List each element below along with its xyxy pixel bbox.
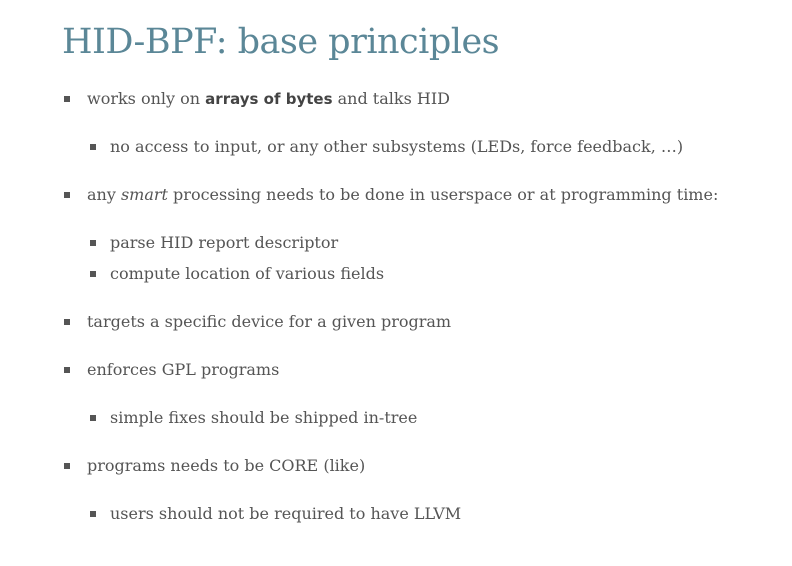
square-bullet-icon (90, 271, 96, 277)
slide-title: HID-BPF: base principles (62, 22, 500, 62)
item-text: targets a specific device for a given pr… (87, 312, 452, 331)
item-text: compute location of various fields (110, 264, 385, 283)
list-item: no access to input, or any other subsyst… (90, 136, 684, 158)
square-bullet-icon (64, 96, 70, 102)
item-text: simple fixes should be shipped in-tree (110, 408, 418, 427)
list-item: parse HID report descriptor (90, 232, 339, 254)
item-text: smart (120, 185, 168, 204)
list-item: enforces GPL programs (64, 359, 280, 381)
item-text: arrays of bytes (205, 90, 333, 108)
square-bullet-icon (90, 240, 96, 246)
square-bullet-icon (90, 415, 96, 421)
list-item: targets a specific device for a given pr… (64, 311, 452, 333)
item-text: enforces GPL programs (87, 360, 280, 379)
item-text: works only on (87, 89, 206, 108)
square-bullet-icon (64, 319, 70, 325)
square-bullet-icon (90, 511, 96, 517)
list-item: works only on arrays of bytes and talks … (64, 88, 450, 110)
item-text: and talks HID (332, 89, 450, 108)
list-item: compute location of various fields (90, 263, 385, 285)
square-bullet-icon (64, 463, 70, 469)
square-bullet-icon (64, 367, 70, 373)
item-text: any (87, 185, 121, 204)
item-text: processing needs to be done in userspace… (167, 185, 719, 204)
list-item: users should not be required to have LLV… (90, 503, 462, 525)
item-text: parse HID report descriptor (110, 233, 339, 252)
item-text: programs needs to be CORE (like) (87, 456, 366, 475)
square-bullet-icon (64, 192, 70, 198)
item-text: users should not be required to have LLV… (110, 504, 462, 523)
item-text: no access to input, or any other subsyst… (110, 137, 684, 156)
list-item: programs needs to be CORE (like) (64, 455, 366, 477)
square-bullet-icon (90, 144, 96, 150)
list-item: simple fixes should be shipped in-tree (90, 407, 418, 429)
list-item: any smart processing needs to be done in… (64, 184, 719, 206)
